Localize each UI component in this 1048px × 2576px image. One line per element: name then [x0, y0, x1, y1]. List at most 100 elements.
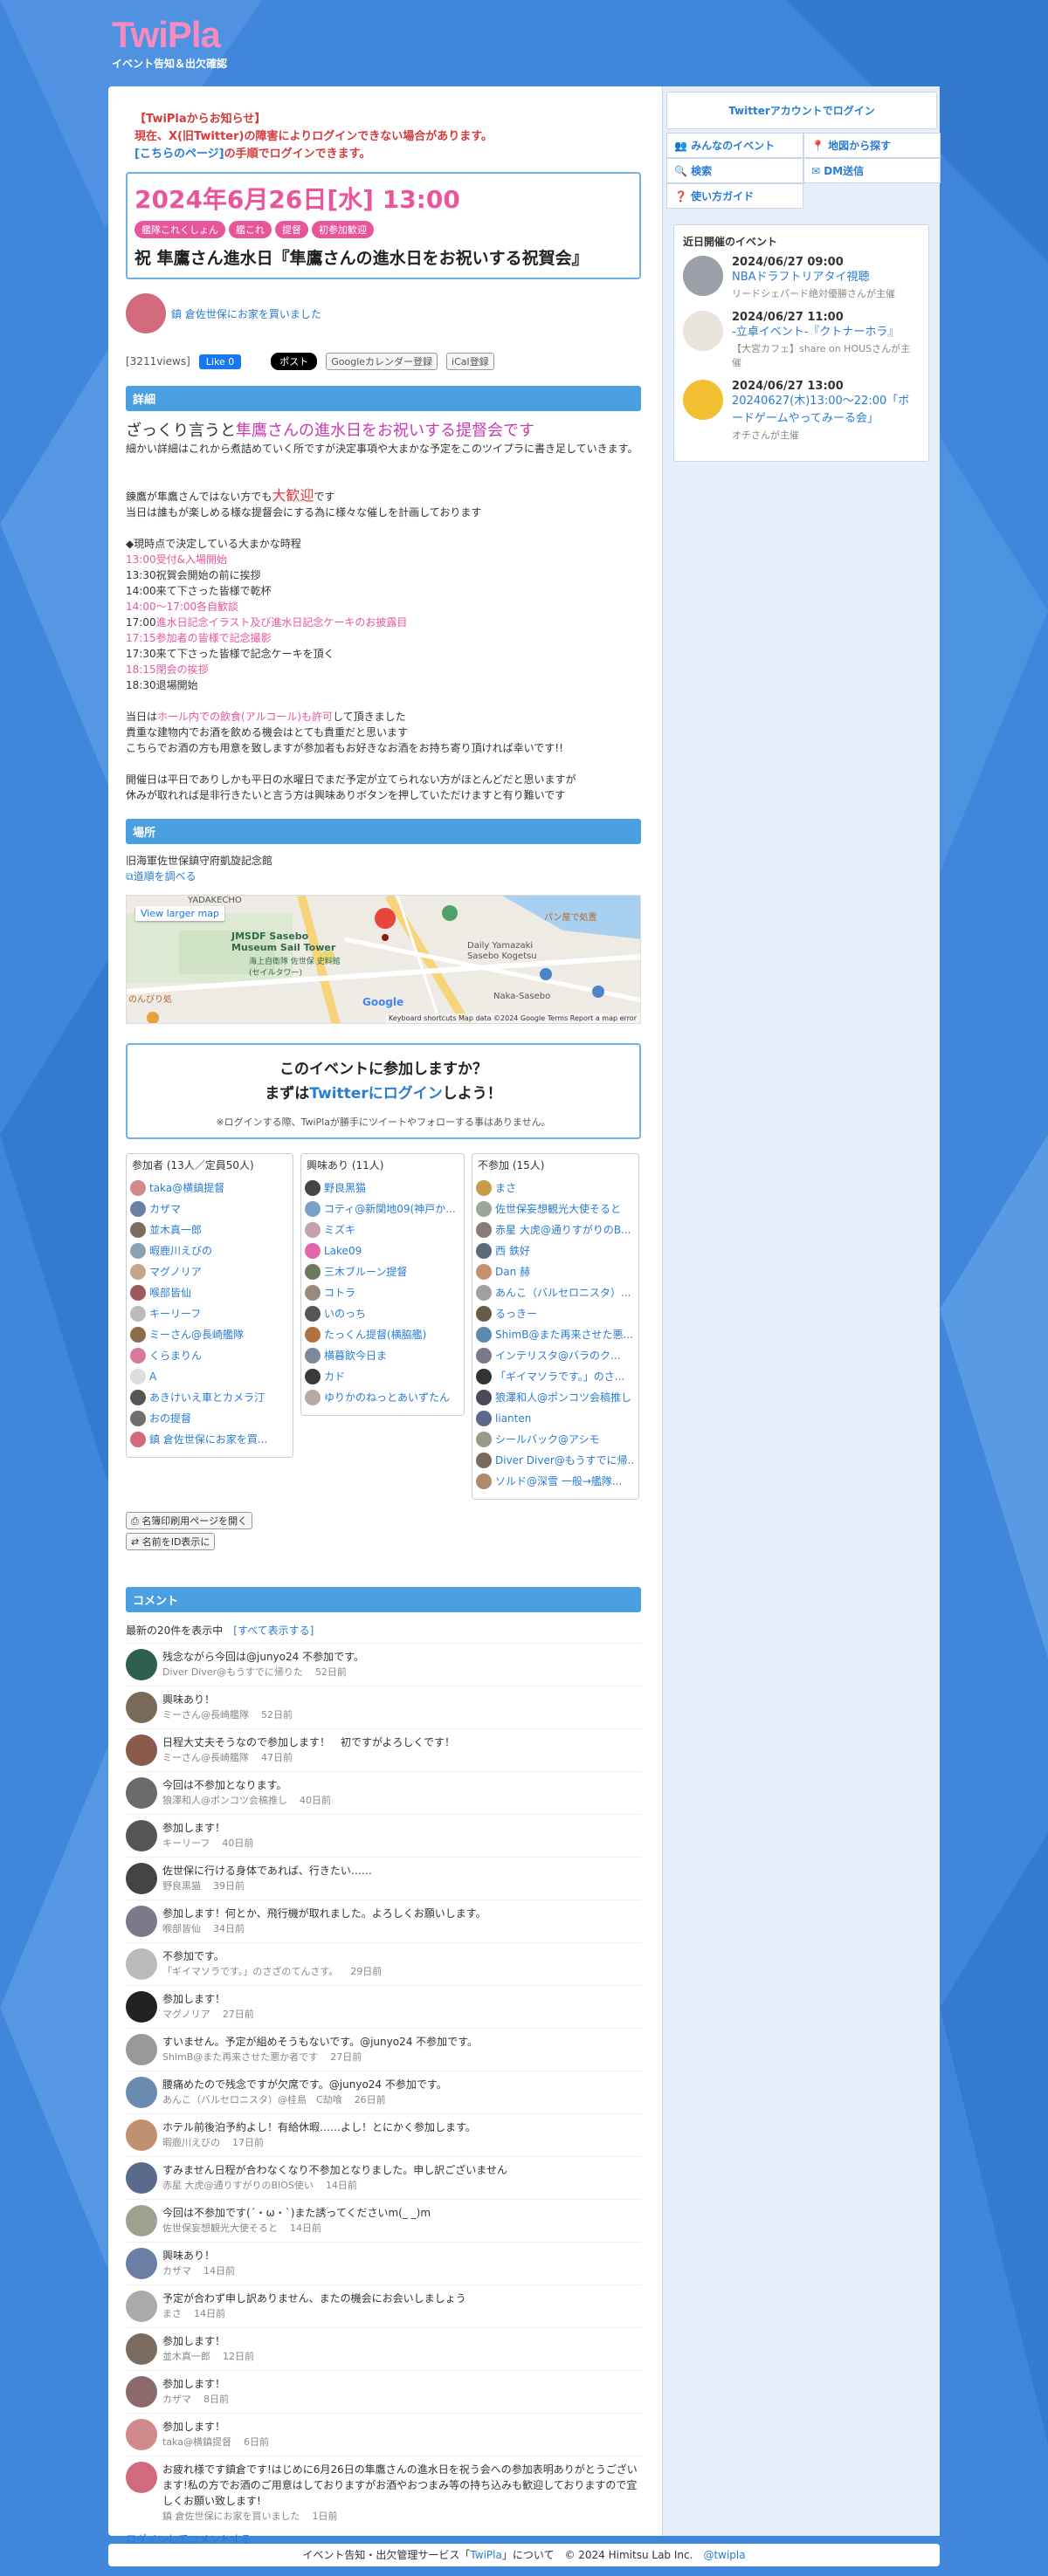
- list-item[interactable]: シールバック@アシモ: [476, 1429, 635, 1450]
- twitter-login-button[interactable]: Twitterアカウントでログイン: [666, 92, 937, 129]
- avatar[interactable]: [126, 2462, 157, 2493]
- menu-dm[interactable]: ✉ DM送信: [803, 158, 941, 183]
- list-item[interactable]: くらまりん: [130, 1345, 289, 1366]
- print-list-button[interactable]: ⎙ 名簿印刷用ページを開く: [126, 1512, 253, 1529]
- list-item[interactable]: ソルド@深雪 一般→艦隊...: [476, 1471, 635, 1492]
- list-item[interactable]: ゆりかのねっとあいずたん: [305, 1387, 460, 1408]
- tag[interactable]: 提督: [275, 221, 308, 238]
- show-all-link[interactable]: [すべて表示する]: [233, 1625, 314, 1637]
- list-item[interactable]: 三木ブルーン提督: [305, 1261, 460, 1282]
- list-item[interactable]: 鎮 倉佐世保にお家を買...: [130, 1429, 289, 1450]
- avatar[interactable]: [126, 2291, 157, 2322]
- tag[interactable]: 艦隊これくしょん: [134, 221, 225, 238]
- twitter-login-link[interactable]: Twitterにログイン: [309, 1085, 442, 1103]
- map-terms-link[interactable]: Terms: [548, 1014, 569, 1022]
- owner-avatar[interactable]: [126, 293, 166, 333]
- avatar[interactable]: [126, 1735, 157, 1766]
- list-item[interactable]: おの提督: [130, 1408, 289, 1429]
- owner-link[interactable]: 鎮 倉佐世保にお家を買いました: [171, 306, 321, 321]
- list-item[interactable]: カザマ: [130, 1199, 289, 1219]
- menu-search[interactable]: 🔍 検索: [666, 158, 803, 183]
- tag[interactable]: 艦これ: [229, 221, 272, 238]
- list-item[interactable]: まさ: [476, 1178, 635, 1199]
- like-button[interactable]: Like 0: [198, 354, 242, 369]
- map-embed[interactable]: View larger map YADAKECHO JMSDF Sasebo M…: [126, 895, 641, 1024]
- comment-item: すいません。予定が組めそうもないです。@junyo24 不参加です。 ShimB@…: [126, 2028, 641, 2071]
- footer-twipla-link[interactable]: TwiPla: [470, 2549, 501, 2561]
- list-item[interactable]: ミズキ: [305, 1219, 460, 1240]
- list-item[interactable]: taka@横鎮提督: [130, 1178, 289, 1199]
- list-item[interactable]: 佐世保妄想観光大使そると: [476, 1199, 635, 1219]
- menu-map-search[interactable]: 📍 地図から探す: [803, 133, 941, 158]
- avatar[interactable]: [126, 1906, 157, 1937]
- logo[interactable]: TwiPla イベント告知＆出欠確認: [112, 16, 227, 71]
- menu-everyone-events[interactable]: 👥 みんなのイベント: [666, 133, 803, 158]
- avatar[interactable]: [126, 2376, 157, 2408]
- avatar[interactable]: [126, 2034, 157, 2065]
- avatar[interactable]: [126, 2077, 157, 2108]
- avatar[interactable]: [126, 2162, 157, 2194]
- list-item[interactable]: ミーさん@長崎艦隊: [130, 1324, 289, 1345]
- list-item[interactable]: 狼澤和人@ポンコツ会稿推し: [476, 1387, 635, 1408]
- list-item[interactable]: 赤星 大虎@通りすがりのB...: [476, 1219, 635, 1240]
- list-item[interactable]: コトラ: [305, 1282, 460, 1303]
- comment-author: 狼澤和人@ポンコツ会稿推し 40日前: [162, 1795, 331, 1806]
- avatar[interactable]: [126, 1777, 157, 1809]
- list-item[interactable]: Lake09: [305, 1240, 460, 1261]
- notice-link[interactable]: [こちらのページ]: [134, 148, 224, 161]
- toggle-id-button[interactable]: ⇄ 名前をID表示に: [126, 1533, 216, 1550]
- list-item[interactable]: lianten: [476, 1408, 635, 1429]
- list-item[interactable]: 喉部皆仙: [130, 1282, 289, 1303]
- avatar[interactable]: [126, 2419, 157, 2450]
- list-item[interactable]: 横暮飲今日ま: [305, 1345, 460, 1366]
- list-item[interactable]: いのっち: [305, 1303, 460, 1324]
- list-item[interactable]: 並木真一郎: [130, 1219, 289, 1240]
- avatar[interactable]: [126, 1948, 157, 1980]
- avatar[interactable]: [126, 1649, 157, 1680]
- list-item[interactable]: 西 鉄好: [476, 1240, 635, 1261]
- avatar[interactable]: [126, 1692, 157, 1723]
- list-item[interactable]: Diver Diver@もうすでに帰...: [476, 1450, 635, 1471]
- avatar[interactable]: [126, 2248, 157, 2279]
- comment-text: 腰痛めたので残念ですが欠席です。@junyo24 不参加です。: [162, 2078, 447, 2091]
- list-item[interactable]: コティ@新関地09(神戸か...: [305, 1199, 460, 1219]
- route-link[interactable]: ⧉道順を調べる: [126, 870, 196, 883]
- schedule-item: 17:00進水日記念イラスト及び進水日記念ケーキのお披露目: [126, 616, 408, 629]
- list-item[interactable]: Dan 赫: [476, 1261, 635, 1282]
- recent-event-item[interactable]: 2024/06/27 13:00 20240627(木)13:00〜22:00「ボ…: [683, 380, 920, 442]
- map-label-shop: Daily Yamazaki Sasebo Kogetsu: [467, 941, 537, 961]
- tag[interactable]: 初参加歓迎: [312, 221, 374, 238]
- list-item[interactable]: 「ギイマソラです。」のさ...: [476, 1366, 635, 1387]
- list-item[interactable]: インテリスタ@バラのク...: [476, 1345, 635, 1366]
- map-report-link[interactable]: Report a map error: [570, 1014, 637, 1022]
- list-item[interactable]: 暇鹿川えびの: [130, 1240, 289, 1261]
- list-item[interactable]: たっくん提督(横脇艦): [305, 1324, 460, 1345]
- list-item[interactable]: あきけいえ車とカメラ汀: [130, 1387, 289, 1408]
- footer-twitter-link[interactable]: @twipla: [703, 2549, 745, 2561]
- list-item[interactable]: キーリーフ: [130, 1303, 289, 1324]
- avatar[interactable]: [126, 1820, 157, 1851]
- list-item[interactable]: あんこ（バルセロニスタ）...: [476, 1282, 635, 1303]
- list-item[interactable]: ShimB@また再来させた悪...: [476, 1324, 635, 1345]
- list-item[interactable]: るっきー: [476, 1303, 635, 1324]
- list-item[interactable]: カド: [305, 1366, 460, 1387]
- list-item[interactable]: 野良黒猫: [305, 1178, 460, 1199]
- comment-text: 参加します！: [162, 2421, 226, 2433]
- map-larger-link[interactable]: View larger map: [135, 906, 224, 921]
- recent-event-item[interactable]: 2024/06/27 11:00 -立卓イベント-『クトナーホラ』 【大宮カフェ】s…: [683, 311, 920, 369]
- ical-button[interactable]: iCal登録: [446, 353, 494, 370]
- avatar[interactable]: [126, 2119, 157, 2151]
- avatar[interactable]: [126, 1863, 157, 1894]
- list-item[interactable]: A: [130, 1366, 289, 1387]
- avatar[interactable]: [126, 2205, 157, 2236]
- google-calendar-button[interactable]: Googleカレンダー登録: [326, 353, 438, 370]
- list-item[interactable]: マグノリア: [130, 1261, 289, 1282]
- comment-author: ShimB@また再来させた悪か者です 27日前: [162, 2051, 362, 2063]
- map-keyboard-link[interactable]: Keyboard shortcuts: [389, 1014, 456, 1022]
- avatar[interactable]: [126, 1991, 157, 2023]
- menu-guide[interactable]: ❓ 使い方ガイド: [666, 183, 803, 209]
- post-button[interactable]: ポスト: [271, 353, 318, 370]
- comment-item: 日程大丈夫そうなので参加します！ 初ですがよろしくです！ ミーさん@長崎艦隊 47日…: [126, 1728, 641, 1771]
- avatar[interactable]: [126, 2333, 157, 2365]
- recent-event-item[interactable]: 2024/06/27 09:00 NBAドラフトリアタイ視聴 リードシェパード絶対優…: [683, 256, 920, 300]
